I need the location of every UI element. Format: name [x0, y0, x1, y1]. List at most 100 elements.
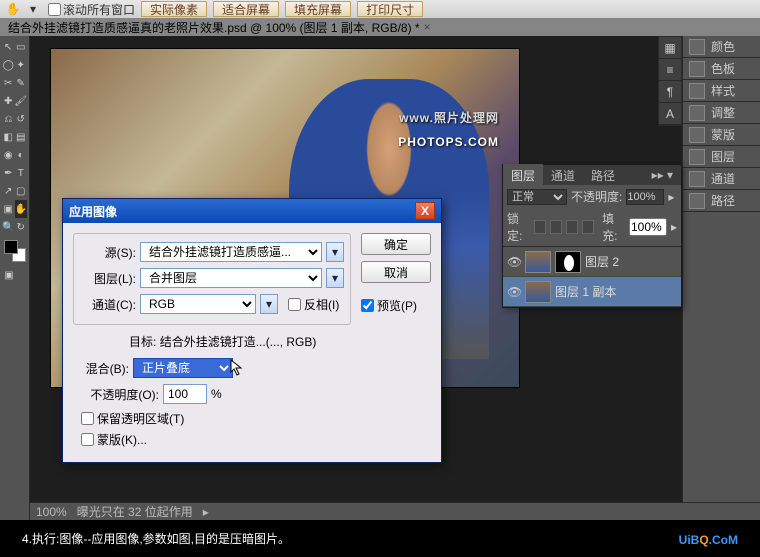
- lock-position-icon[interactable]: [566, 220, 578, 234]
- path-tool[interactable]: ↗: [2, 182, 15, 200]
- visibility-icon[interactable]: 👁: [507, 255, 521, 269]
- preserve-transparency-checkbox[interactable]: 保留透明区域(T): [81, 410, 351, 427]
- layer-label: 图层(L):: [80, 270, 136, 287]
- history-tool[interactable]: ↺: [15, 110, 28, 128]
- adjust-icon: [689, 105, 705, 121]
- adjust-panel-tab[interactable]: 调整: [683, 102, 760, 124]
- 3d-tool[interactable]: ▣: [2, 200, 15, 218]
- dialog-title: 应用图像: [69, 203, 117, 220]
- lock-all-icon[interactable]: [582, 220, 594, 234]
- blur-tool[interactable]: ◉: [2, 146, 15, 164]
- shape-tool[interactable]: ▢: [15, 182, 28, 200]
- heal-tool[interactable]: ✚: [2, 92, 14, 110]
- layer-select[interactable]: 合并图层: [140, 268, 322, 288]
- rotate-tool[interactable]: ↻: [15, 218, 28, 236]
- opacity-input[interactable]: [626, 189, 664, 205]
- layer-panel-tab[interactable]: 图层: [683, 146, 760, 168]
- channel-select[interactable]: RGB: [140, 294, 256, 314]
- cursor-icon: [229, 358, 245, 378]
- pen-tool[interactable]: ✒: [2, 164, 15, 182]
- swatch-panel-tab[interactable]: 色板: [683, 58, 760, 80]
- color-swatch[interactable]: [4, 240, 26, 262]
- tab-layer[interactable]: 图层: [503, 164, 543, 187]
- lock-label: 锁定:: [507, 210, 530, 244]
- channel-icon: [689, 171, 705, 187]
- fit-screen-button[interactable]: 适合屏幕: [213, 1, 279, 17]
- move-tool[interactable]: ↖: [2, 38, 15, 56]
- path-panel-tab[interactable]: 路径: [683, 190, 760, 212]
- document-tab[interactable]: 结合外挂滤镜打造质感逼真的老照片效果.psd @ 100% (图层 1 副本, …: [0, 18, 760, 36]
- print-size-button[interactable]: 打印尺寸: [357, 1, 423, 17]
- gradient-tool[interactable]: ▤: [15, 128, 28, 146]
- layer-row[interactable]: 👁 图层 2: [503, 247, 681, 277]
- layer-row[interactable]: 👁 图层 1 副本: [503, 277, 681, 307]
- options-bar: ✋ ▾ 滚动所有窗口 实际像素 适合屏幕 填充屏幕 打印尺寸: [0, 0, 760, 18]
- color-icon: [689, 39, 705, 55]
- panel-icon-4[interactable]: A: [659, 103, 681, 125]
- status-info: 曝光只在 32 位起作用: [77, 503, 193, 520]
- chevron-down-icon[interactable]: ▾: [260, 294, 278, 314]
- visibility-icon[interactable]: 👁: [507, 285, 521, 299]
- eyedrop-tool[interactable]: ✎: [15, 74, 28, 92]
- blend-select[interactable]: 正片叠底: [133, 358, 233, 378]
- fill-screen-button[interactable]: 填充屏幕: [285, 1, 351, 17]
- panel-icon-1[interactable]: ▦: [659, 37, 681, 59]
- layers-panel-tabs: 图层 通道 路径 ▸▸ ▾: [503, 165, 681, 185]
- blend-mode-select[interactable]: 正常: [507, 189, 567, 205]
- channel-panel-tab[interactable]: 通道: [683, 168, 760, 190]
- ok-button[interactable]: 确定: [361, 233, 431, 255]
- scroll-all-chk[interactable]: [48, 3, 61, 16]
- lock-pixels-icon[interactable]: [550, 220, 562, 234]
- opacity-arrow-icon[interactable]: ▸: [668, 190, 674, 204]
- color-panel-tab[interactable]: 颜色: [683, 36, 760, 58]
- close-icon[interactable]: X: [415, 202, 435, 220]
- brush-tool[interactable]: 🖌: [14, 92, 27, 110]
- blend-label: 混合(B):: [73, 360, 129, 377]
- options-icon[interactable]: ▾: [24, 1, 42, 17]
- right-panels: 颜色 色板 样式 调整 蒙版 图层 通道 路径: [682, 36, 760, 520]
- lasso-tool[interactable]: ◯: [2, 56, 15, 74]
- opacity-field[interactable]: [163, 384, 207, 404]
- panel-menu-icon[interactable]: ▸▸ ▾: [644, 165, 681, 185]
- zoom-tool[interactable]: 🔍: [2, 218, 15, 236]
- source-select[interactable]: 结合外挂滤镜打造质感逼...: [140, 242, 322, 262]
- photoshop-app: ✋ ▾ 滚动所有窗口 实际像素 适合屏幕 填充屏幕 打印尺寸 结合外挂滤镜打造质…: [0, 0, 760, 520]
- scroll-all-windows-checkbox[interactable]: 滚动所有窗口: [48, 1, 135, 18]
- hand-tool[interactable]: ✋: [15, 200, 28, 218]
- source-label: 源(S):: [80, 244, 136, 261]
- tutorial-caption: 4.执行:图像--应用图像,参数如图,目的是压暗图片。 UiBQ.CoM: [0, 520, 760, 557]
- tab-path[interactable]: 路径: [583, 164, 623, 187]
- tab-channel[interactable]: 通道: [543, 164, 583, 187]
- eraser-tool[interactable]: ◧: [2, 128, 15, 146]
- cancel-button[interactable]: 取消: [361, 261, 431, 283]
- hand-tool-icon[interactable]: ✋: [4, 1, 22, 17]
- wand-tool[interactable]: ✦: [15, 56, 28, 74]
- mask-panel-tab[interactable]: 蒙版: [683, 124, 760, 146]
- status-arrow-icon[interactable]: ▸: [203, 505, 209, 519]
- invert-checkbox[interactable]: 反相(I): [288, 296, 344, 313]
- panel-icon-2[interactable]: ≡: [659, 59, 681, 81]
- marquee-tool[interactable]: ▭: [15, 38, 28, 56]
- mask-checkbox[interactable]: 蒙版(K)...: [81, 431, 351, 448]
- panel-icon-3[interactable]: ¶: [659, 81, 681, 103]
- dodge-tool[interactable]: ◐: [15, 146, 28, 164]
- fill-input[interactable]: [629, 218, 667, 236]
- fill-arrow-icon[interactable]: ▸: [671, 220, 677, 234]
- source-group: 源(S): 结合外挂滤镜打造质感逼... ▾ 图层(L): 合并图层 ▾ 通道(…: [73, 233, 351, 325]
- stamp-tool[interactable]: ⎌: [2, 110, 15, 128]
- apply-image-dialog: 应用图像 X 源(S): 结合外挂滤镜打造质感逼... ▾ 图层(L): 合并图…: [62, 198, 442, 463]
- site-logo: UiBQ.CoM: [679, 528, 738, 549]
- type-tool[interactable]: T: [15, 164, 28, 182]
- actual-pixels-button[interactable]: 实际像素: [141, 1, 207, 17]
- quickmask-tool[interactable]: ▣: [2, 266, 16, 284]
- zoom-value[interactable]: 100%: [36, 505, 67, 519]
- chevron-down-icon[interactable]: ▾: [326, 268, 344, 288]
- crop-tool[interactable]: ✂: [2, 74, 15, 92]
- path-icon: [689, 193, 705, 209]
- lock-transparent-icon[interactable]: [534, 220, 546, 234]
- style-panel-tab[interactable]: 样式: [683, 80, 760, 102]
- close-tab-icon[interactable]: ×: [424, 20, 431, 34]
- dialog-titlebar[interactable]: 应用图像 X: [63, 199, 441, 223]
- chevron-down-icon[interactable]: ▾: [326, 242, 344, 262]
- preview-checkbox[interactable]: 预览(P): [361, 297, 431, 314]
